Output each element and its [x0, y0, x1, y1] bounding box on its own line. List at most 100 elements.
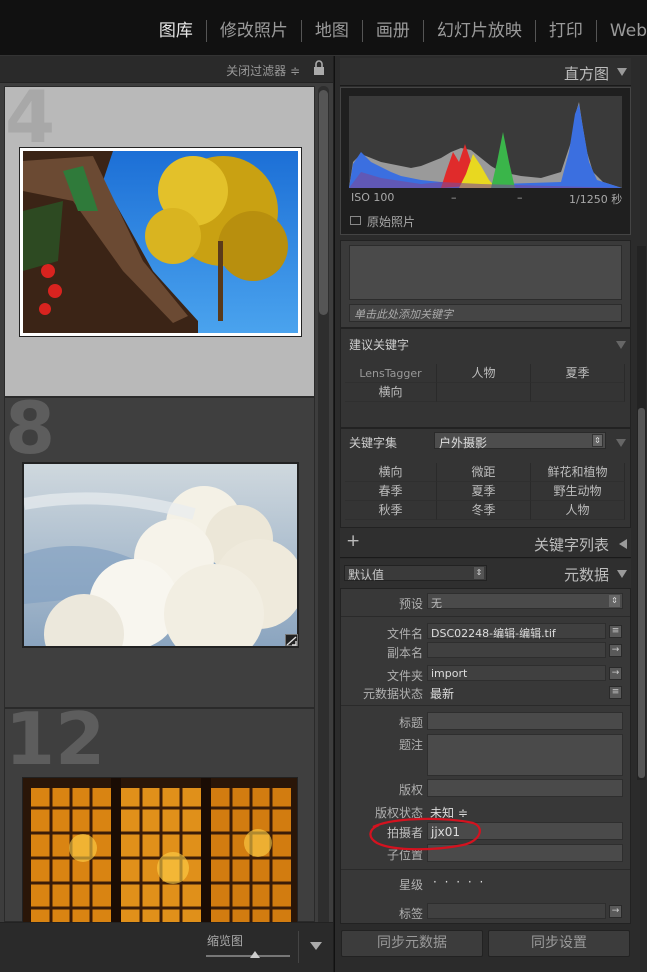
thumbnail-size-slider[interactable] [206, 955, 290, 957]
filter-selector[interactable]: 关闭过滤器 ≑ [226, 62, 300, 79]
grid-cell-8[interactable]: 8 [4, 392, 315, 708]
suggested-keyword[interactable] [437, 383, 531, 402]
module-picker: 图库 修改照片 地图 画册 幻灯片放映 打印 Web [0, 0, 647, 56]
copyright-field[interactable] [427, 779, 623, 797]
metadata-title: 元数据 [563, 566, 609, 584]
module-book[interactable]: 画册 [363, 20, 424, 42]
grid-scrollbar[interactable] [318, 86, 329, 948]
label-label: 标签 [398, 907, 423, 921]
right-panel-scrollbar-thumb[interactable] [638, 408, 645, 778]
module-map[interactable]: 地图 [302, 20, 363, 42]
sync-settings-button[interactable]: 同步设置 [488, 930, 630, 957]
right-panel-scrollbar[interactable] [637, 246, 646, 780]
keyword-set-label: 关键字集 [349, 436, 398, 450]
thumbnail-size-label: 缩览图 [207, 934, 244, 948]
folder-field[interactable]: import [427, 665, 606, 681]
grid-scrollbar-thumb[interactable] [319, 90, 328, 315]
suggested-collapse-icon[interactable] [616, 341, 626, 349]
histogram-graph [349, 96, 622, 188]
suggested-keyword[interactable]: LensTagger [345, 364, 437, 383]
metadata-status-icon[interactable]: ≡ [609, 686, 622, 699]
focal-readout: – [517, 191, 523, 204]
module-list: 图库 修改照片 地图 画册 幻灯片放映 打印 Web [146, 20, 647, 42]
title-label: 标题 [398, 716, 423, 730]
thumbnail-frame[interactable] [19, 147, 302, 337]
module-library[interactable]: 图库 [146, 20, 207, 42]
edit-badge-icon[interactable] [285, 634, 298, 646]
histogram-title: 直方图 [563, 65, 609, 83]
copyname-label: 副本名 [386, 646, 423, 660]
slider-handle-icon[interactable] [250, 951, 260, 958]
set-keyword[interactable]: 夏季 [437, 482, 531, 501]
caption-field[interactable] [427, 734, 623, 776]
red-annotation-circle [369, 817, 481, 851]
divider [341, 616, 630, 617]
set-keyword[interactable]: 人物 [531, 501, 625, 520]
preset-value: 无 [431, 597, 442, 610]
set-keyword[interactable]: 冬季 [437, 501, 531, 520]
metadata-status-value: 最新 [430, 687, 455, 701]
label-arrow-icon[interactable]: → [609, 905, 622, 918]
thumbnail-frame[interactable] [22, 462, 299, 648]
keyword-set-select[interactable]: 户外摄影 ⇕ [434, 432, 606, 450]
preset-select[interactable]: 无 ⇕ [427, 593, 623, 610]
module-web[interactable]: Web [597, 20, 647, 42]
divider [341, 705, 630, 706]
grid-toolbar: 缩览图 [0, 922, 333, 972]
metadata-collapse-icon[interactable] [617, 570, 627, 578]
add-keyword-hint: 单击此处添加关键字 [354, 308, 453, 321]
filename-list-icon[interactable]: ≡ [609, 625, 622, 638]
lattice-window-image [23, 778, 297, 922]
lightroom-library-window: 图库 修改照片 地图 画册 幻灯片放映 打印 Web 关闭过滤器 ≑ 4 8 1… [0, 0, 647, 972]
module-print[interactable]: 打印 [536, 20, 597, 42]
set-keyword[interactable]: 野生动物 [531, 482, 625, 501]
set-keyword[interactable]: 鲜花和植物 [531, 463, 625, 482]
shutter-readout: 1/1250 秒 [569, 193, 623, 206]
keyword-set-value: 户外摄影 [439, 436, 488, 450]
copyname-field[interactable] [427, 642, 606, 658]
suggested-keywords-panel: 建议关键字 LensTagger 人物 夏季 横向 [340, 328, 631, 428]
sync-metadata-button[interactable]: 同步元数据 [341, 930, 483, 957]
rating-stars[interactable]: · · · · · [433, 875, 485, 889]
suggested-keyword[interactable]: 横向 [345, 383, 437, 402]
module-slideshow[interactable]: 幻灯片放映 [424, 20, 536, 42]
suggested-keyword[interactable]: 人物 [437, 364, 531, 383]
collapse-icon[interactable] [617, 68, 627, 76]
keyword-set-collapse-icon[interactable] [616, 439, 626, 447]
toolbar-menu-icon[interactable] [310, 942, 322, 950]
add-keyword-field[interactable]: 单击此处添加关键字 [349, 304, 622, 322]
filename-field[interactable]: DSC02248-编辑-编辑.tif [427, 623, 606, 640]
expand-icon[interactable] [619, 539, 627, 549]
metadata-preset-select-value: 默认值 [348, 568, 385, 582]
copyname-arrow-icon[interactable]: → [609, 644, 622, 657]
module-develop[interactable]: 修改照片 [207, 20, 302, 42]
keyword-list-header[interactable]: + 关键字列表 [340, 528, 631, 558]
metadata-preset-select[interactable]: 默认值 ⇕ [344, 565, 487, 582]
add-keyword-button[interactable]: + [346, 531, 360, 551]
folder-arrow-icon[interactable]: → [609, 667, 622, 680]
label-field[interactable] [427, 903, 606, 919]
grid-cell-12[interactable]: 12 [4, 703, 315, 923]
set-keyword[interactable]: 横向 [345, 463, 437, 482]
histogram-header[interactable]: 直方图 [340, 58, 631, 86]
set-keyword[interactable]: 春季 [345, 482, 437, 501]
folder-value: import [431, 667, 468, 680]
keyword-tags-field[interactable] [349, 245, 622, 300]
grid-cell-4[interactable]: 4 [4, 81, 315, 397]
lock-icon[interactable] [313, 60, 325, 76]
suggested-keyword[interactable]: 夏季 [531, 364, 625, 383]
set-keyword[interactable]: 微距 [437, 463, 531, 482]
clouds-image [24, 464, 297, 646]
filename-label: 文件名 [386, 627, 423, 641]
title-field[interactable] [427, 712, 623, 730]
temple-ginkgo-image [23, 151, 298, 333]
thumbnail-frame[interactable] [22, 777, 298, 923]
thumbnail-lattice-window [23, 778, 297, 922]
preset-label: 预设 [398, 597, 423, 611]
original-photo-checkbox[interactable] [350, 216, 361, 225]
divider [341, 869, 630, 870]
select-arrows-icon: ⇕ [474, 567, 484, 579]
toolbar-divider [298, 931, 299, 963]
suggested-keyword[interactable] [531, 383, 625, 402]
set-keyword[interactable]: 秋季 [345, 501, 437, 520]
